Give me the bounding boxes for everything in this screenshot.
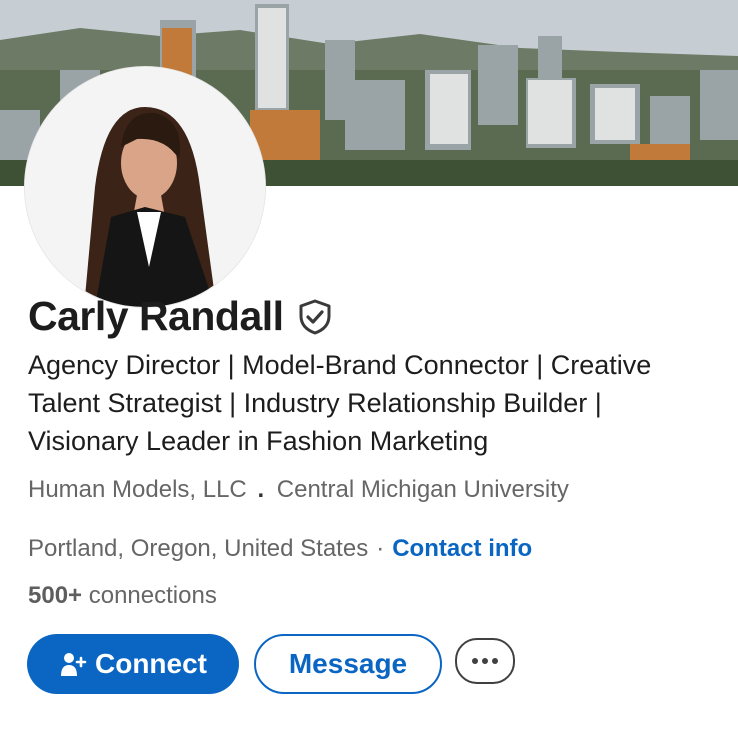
connections-row[interactable]: 500+ connections	[28, 582, 217, 610]
connections-label: connections	[88, 582, 217, 609]
dot-separator: ·	[376, 535, 385, 562]
connections-count: 500+	[28, 582, 83, 609]
more-actions-button[interactable]	[455, 638, 515, 684]
ellipsis-icon	[472, 658, 498, 664]
profile-name: Carly Randall	[28, 293, 284, 339]
message-label: Message	[288, 648, 408, 679]
connect-button[interactable]: Connect	[27, 634, 239, 694]
person-photo-image	[25, 67, 265, 307]
profile-headline: Agency Director | Model-Brand Connector …	[28, 350, 652, 456]
connect-label: Connect	[95, 648, 207, 679]
location-text: Portland, Oregon, United States	[28, 535, 369, 562]
profile-location-row: Portland, Oregon, United States · Contact …	[28, 535, 532, 563]
company-link[interactable]: Human Models, LLC	[28, 476, 247, 503]
add-person-icon	[61, 653, 87, 676]
contact-info-link[interactable]: Contact info	[392, 535, 532, 562]
profile-affiliations: Human Models, LLC . Central Michigan Uni…	[28, 476, 569, 504]
separator: .	[257, 476, 265, 503]
verified-shield-icon[interactable]	[296, 298, 334, 336]
profile-photo[interactable]	[25, 67, 265, 307]
school-link[interactable]: Central Michigan University	[277, 476, 569, 503]
message-button[interactable]: Message	[254, 634, 442, 694]
